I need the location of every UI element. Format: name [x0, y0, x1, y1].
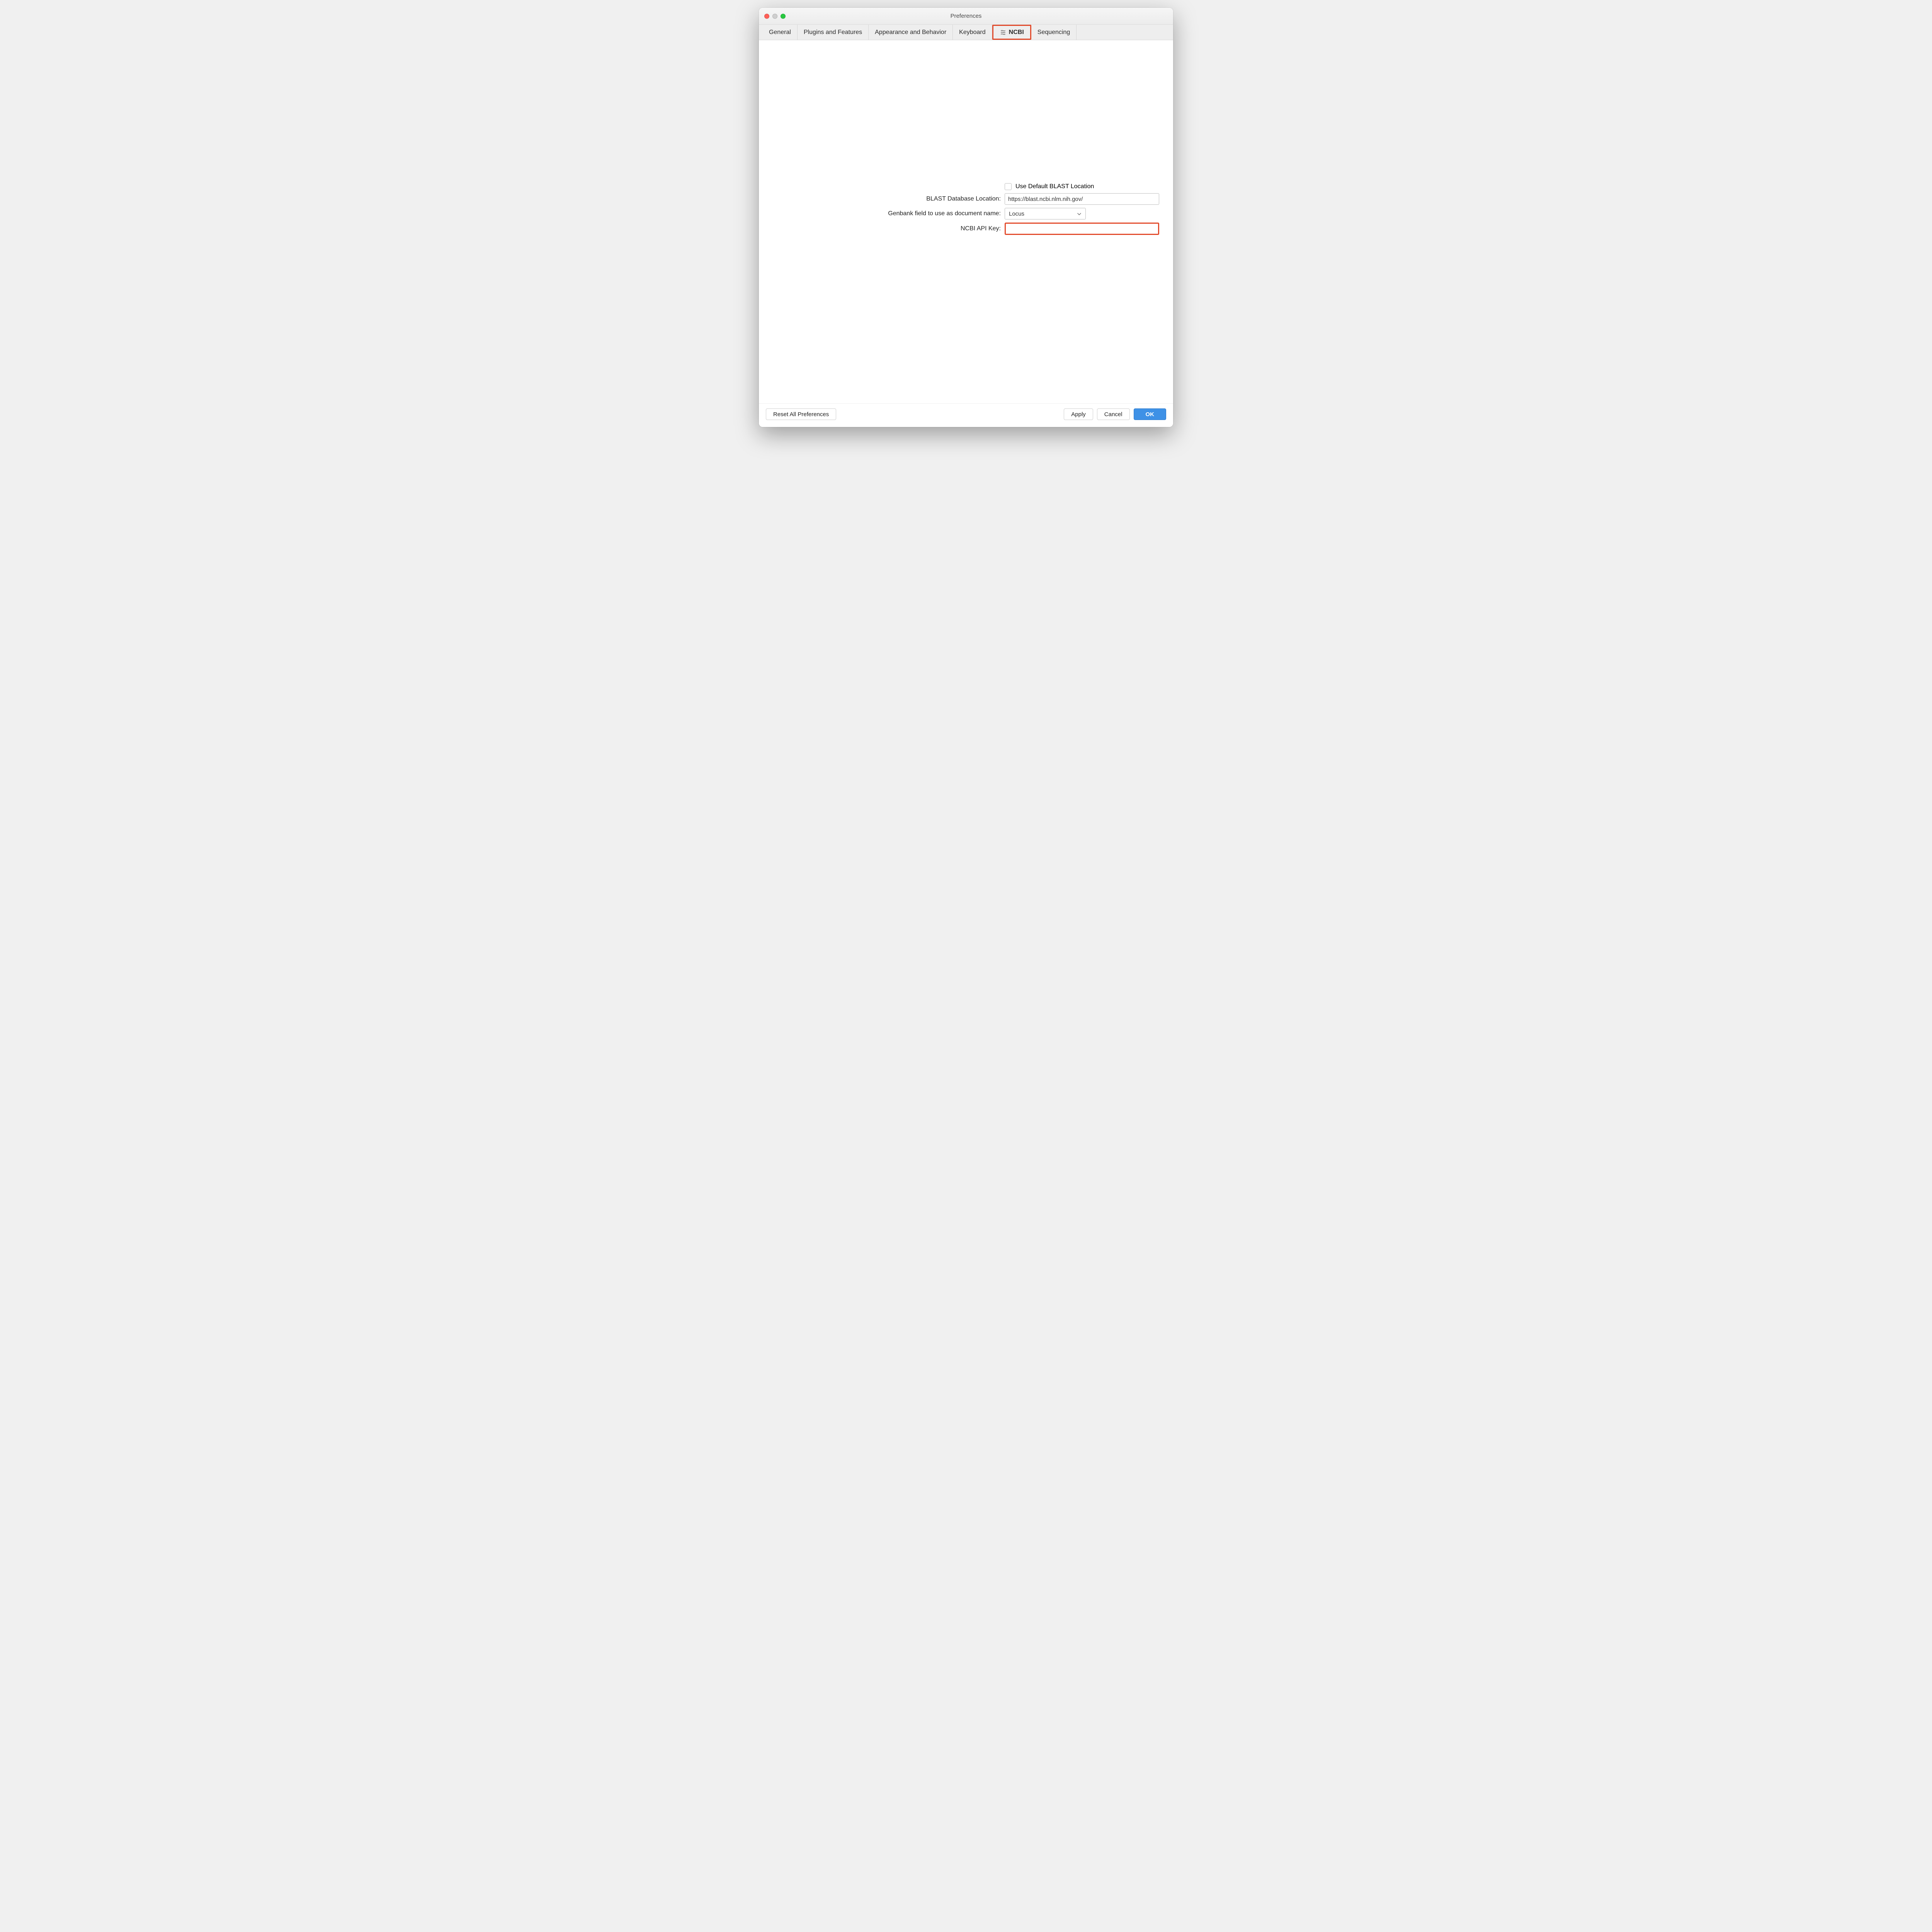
- genbank-field-label: Genbank field to use as document name:: [769, 210, 1001, 217]
- ncbi-api-key-label: NCBI API Key:: [769, 225, 1001, 232]
- tab-label: General: [769, 29, 791, 36]
- tab-sequencing[interactable]: Sequencing: [1031, 25, 1077, 40]
- tab-label: Keyboard: [959, 29, 986, 36]
- tab-label: Appearance and Behavior: [875, 29, 946, 36]
- tabbar: General Plugins and Features Appearance …: [759, 25, 1173, 40]
- titlebar: Preferences: [759, 8, 1173, 25]
- blast-db-location-input[interactable]: [1005, 193, 1159, 205]
- genbank-field-select[interactable]: Locus: [1005, 208, 1086, 219]
- window-controls: [764, 14, 786, 19]
- chevron-down-icon: [1077, 211, 1082, 216]
- preferences-window: Preferences General Plugins and Features…: [759, 8, 1173, 427]
- cancel-button[interactable]: Cancel: [1097, 408, 1130, 420]
- ncbi-api-key-input[interactable]: [1005, 223, 1159, 235]
- blast-db-location-label: BLAST Database Location:: [769, 196, 1001, 202]
- use-default-blast-label: Use Default BLAST Location: [1015, 183, 1094, 190]
- genbank-field-value: Locus: [1009, 211, 1024, 217]
- minimize-window-button[interactable]: [772, 14, 777, 19]
- ok-button[interactable]: OK: [1134, 408, 1167, 420]
- tab-label: Plugins and Features: [804, 29, 862, 36]
- zoom-window-button[interactable]: [781, 14, 786, 19]
- tab-content: Use Default BLAST Location BLAST Databas…: [759, 40, 1173, 403]
- tab-label: Sequencing: [1037, 29, 1070, 36]
- tab-keyboard[interactable]: Keyboard: [953, 25, 992, 40]
- tab-general[interactable]: General: [763, 25, 798, 40]
- tab-plugins-and-features[interactable]: Plugins and Features: [798, 25, 869, 40]
- use-default-blast-checkbox[interactable]: [1005, 183, 1012, 190]
- tab-label: NCBI: [1009, 29, 1024, 36]
- footer: Reset All Preferences Apply Cancel OK: [759, 403, 1173, 427]
- apply-button[interactable]: Apply: [1064, 408, 1093, 420]
- tab-ncbi[interactable]: NCBI: [992, 25, 1031, 40]
- close-window-button[interactable]: [764, 14, 769, 19]
- tab-appearance-and-behavior[interactable]: Appearance and Behavior: [869, 25, 953, 40]
- footer-right-buttons: Apply Cancel OK: [1064, 408, 1166, 420]
- reset-all-preferences-button[interactable]: Reset All Preferences: [766, 408, 836, 420]
- ncbi-icon: [1000, 29, 1007, 36]
- ncbi-form: Use Default BLAST Location BLAST Databas…: [759, 183, 1173, 238]
- use-default-blast-location-row[interactable]: Use Default BLAST Location: [1005, 183, 1167, 190]
- window-title: Preferences: [759, 13, 1173, 19]
